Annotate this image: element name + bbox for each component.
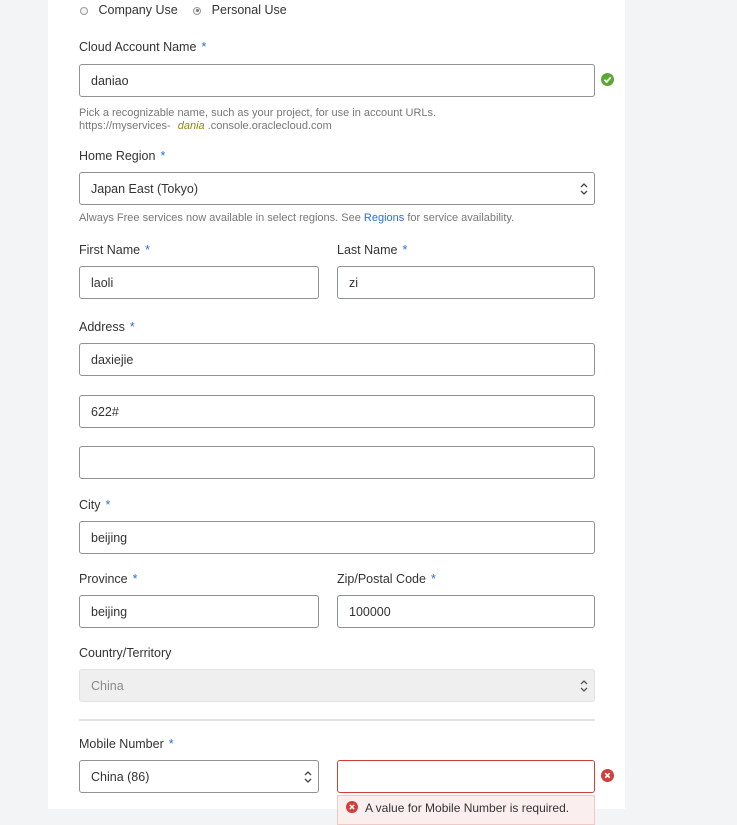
hint-url-name: dania	[177, 120, 205, 132]
required-mark: *	[402, 243, 408, 257]
select-arrows-icon	[304, 770, 312, 783]
home-region-hint-suffix: for service availability.	[407, 212, 515, 224]
home-region-hint-prefix: Always Free services now available in se…	[79, 212, 361, 224]
first-name-input[interactable]: laoli	[79, 266, 319, 299]
last-name-input[interactable]: zi	[337, 266, 595, 299]
address-label: Address *	[79, 320, 135, 334]
required-mark: *	[168, 737, 174, 751]
radio-checked-icon	[193, 6, 202, 15]
account-type-group: Company Use Personal Use	[80, 3, 287, 17]
address-line1-value: daxiejie	[91, 352, 134, 367]
cloud-account-hint-url: https://myservices- dania .console.oracle…	[79, 120, 436, 133]
address-label-text: Address	[79, 320, 125, 334]
address-line1-input[interactable]: daxiejie	[79, 343, 595, 376]
hint-url-suffix: .console.oraclecloud.com	[207, 120, 332, 132]
required-mark: *	[132, 572, 138, 586]
city-label-text: City	[79, 498, 101, 512]
country-value: China	[91, 678, 124, 693]
home-region-label-text: Home Region	[79, 149, 156, 163]
country-select: China	[79, 669, 595, 702]
address-line3-input[interactable]	[79, 446, 595, 479]
mobile-label-text: Mobile Number	[79, 737, 164, 751]
province-input[interactable]: beijing	[79, 595, 319, 628]
cloud-account-input[interactable]: daniao	[79, 64, 595, 97]
mobile-error-message: A value for Mobile Number is required.	[337, 795, 595, 825]
error-icon	[601, 769, 614, 782]
zip-label-text: Zip/Postal Code	[337, 572, 426, 586]
required-mark: *	[160, 149, 166, 163]
first-name-label: First Name *	[79, 243, 150, 257]
required-mark: *	[201, 40, 207, 54]
error-message-icon	[346, 801, 358, 813]
first-name-label-text: First Name	[79, 243, 141, 257]
home-region-hint: Always Free services now available in se…	[79, 212, 514, 225]
cloud-account-hint-line1: Pick a recognizable name, such as your p…	[79, 107, 437, 119]
company-use-label: Company Use	[98, 3, 178, 17]
required-mark: *	[430, 572, 436, 586]
personal-use-radio[interactable]: Personal Use	[193, 3, 287, 17]
select-arrows-icon	[580, 182, 588, 195]
city-value: beijing	[91, 530, 128, 545]
zip-label: Zip/Postal Code *	[337, 572, 436, 586]
zip-value: 100000	[349, 604, 391, 619]
country-label: Country/Territory	[79, 646, 171, 660]
radio-icon	[80, 6, 88, 15]
last-name-label-text: Last Name	[337, 243, 398, 257]
first-name-value: laoli	[91, 275, 114, 290]
valid-check-icon	[601, 73, 614, 86]
cloud-account-label-text: Cloud Account Name	[79, 40, 197, 54]
province-label: Province *	[79, 572, 138, 586]
country-code-value: China (86)	[91, 769, 150, 784]
mobile-label: Mobile Number *	[79, 737, 174, 751]
company-use-radio[interactable]: Company Use	[80, 3, 178, 17]
cloud-account-label: Cloud Account Name *	[79, 40, 206, 54]
required-mark: *	[105, 498, 111, 512]
select-arrows-icon	[580, 679, 588, 692]
city-label: City *	[79, 498, 110, 512]
home-region-label: Home Region *	[79, 149, 165, 163]
country-label-text: Country/Territory	[79, 646, 172, 660]
mobile-number-input[interactable]	[337, 760, 595, 793]
city-input[interactable]: beijing	[79, 521, 595, 554]
province-value: beijing	[91, 604, 128, 619]
personal-use-label: Personal Use	[211, 3, 287, 17]
required-mark: *	[145, 243, 150, 257]
cloud-account-value: daniao	[91, 73, 129, 88]
last-name-value: zi	[349, 275, 359, 290]
province-label-text: Province	[79, 572, 128, 586]
country-code-select[interactable]: China (86)	[79, 760, 319, 793]
home-region-select[interactable]: Japan East (Tokyo)	[79, 172, 595, 205]
mobile-error-text: A value for Mobile Number is required.	[365, 801, 570, 815]
address-line2-value: 622#	[91, 404, 119, 419]
cloud-account-hint: Pick a recognizable name, such as your p…	[79, 107, 436, 133]
regions-link[interactable]: Regions	[364, 212, 404, 224]
address-line2-input[interactable]: 622#	[79, 395, 595, 428]
home-region-value: Japan East (Tokyo)	[91, 181, 198, 196]
section-divider	[79, 719, 595, 721]
zip-input[interactable]: 100000	[337, 595, 595, 628]
hint-url-prefix: https://myservices-	[79, 120, 171, 132]
required-mark: *	[129, 320, 135, 334]
last-name-label: Last Name *	[337, 243, 407, 257]
